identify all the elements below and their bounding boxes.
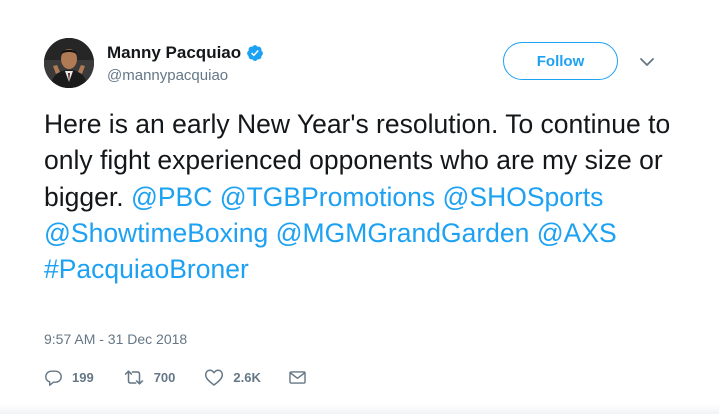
tweet-card: Manny Pacquiao @mannypacquiao Follow Her… (0, 0, 719, 414)
retweet-count: 700 (153, 370, 176, 385)
reply-count: 199 (72, 370, 94, 385)
like-count: 2.6K (233, 370, 261, 385)
hashtag-pacquiaobroner[interactable]: #PacquiaoBroner (44, 254, 249, 284)
direct-message-button[interactable] (288, 368, 307, 387)
tweet-actions: 199 700 2.6K (44, 368, 336, 387)
avatar[interactable] (44, 38, 94, 88)
envelope-icon (289, 371, 306, 384)
display-name[interactable]: Manny Pacquiao (107, 43, 241, 63)
author-handle[interactable]: @mannypacquiao (107, 67, 228, 84)
reply-icon (45, 370, 62, 386)
follow-button[interactable]: Follow (503, 42, 618, 80)
avatar-image (44, 38, 94, 88)
mention-showtimeboxing[interactable]: @ShowtimeBoxing (44, 218, 268, 248)
like-button[interactable]: 2.6K (204, 368, 261, 387)
chevron-down-icon[interactable] (636, 53, 658, 71)
mention-axs[interactable]: @AXS (537, 218, 617, 248)
reply-button[interactable]: 199 (44, 368, 94, 387)
tweet-timestamp[interactable]: 9:57 AM - 31 Dec 2018 (44, 331, 187, 347)
author-name-row[interactable]: Manny Pacquiao (107, 43, 264, 63)
mention-pbc[interactable]: @PBC (131, 182, 212, 212)
bottom-divider (0, 404, 719, 414)
retweet-icon (124, 370, 143, 385)
heart-icon (205, 369, 224, 386)
tweet-text: Here is an early New Year's resolution. … (44, 106, 704, 287)
mention-mgmgrandgarden[interactable]: @MGMGrandGarden (276, 218, 530, 248)
mention-tgbpromotions[interactable]: @TGBPromotions (220, 182, 435, 212)
mention-shosports[interactable]: @SHOSports (443, 182, 604, 212)
verified-badge-icon (247, 45, 264, 61)
retweet-button[interactable]: 700 (123, 368, 176, 387)
